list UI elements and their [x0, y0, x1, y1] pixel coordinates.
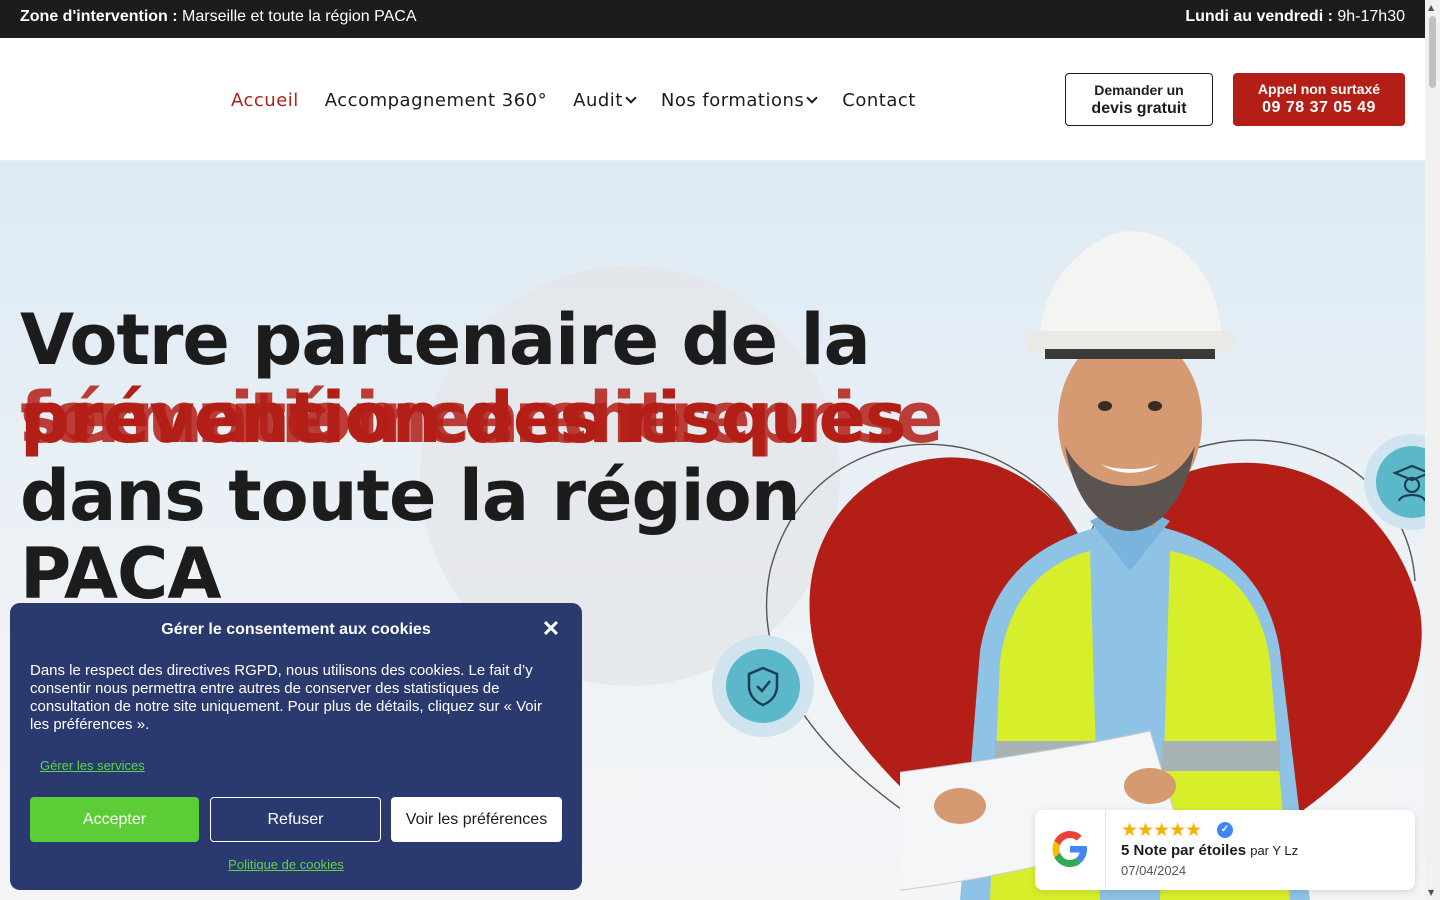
google-review-widget[interactable]: ★★★★★ ✓ 5 Note par étoiles par Y Lz 07/0…: [1035, 810, 1415, 890]
worker-photo: [900, 231, 1310, 900]
nav-item-formations[interactable]: Nos formations: [660, 90, 818, 111]
chevron-down-icon: [806, 92, 818, 104]
view-preferences-button[interactable]: Voir les préférences: [391, 797, 562, 842]
top-info-bar: Zone d'intervention : Marseille et toute…: [0, 0, 1425, 38]
quote-button-line2: devis gratuit: [1091, 100, 1187, 117]
google-logo-icon: [1052, 831, 1087, 867]
nav-item-accompagnement[interactable]: Accompagnement 360°: [325, 90, 547, 111]
nav-item-label: Accompagnement 360°: [324, 90, 548, 111]
page-scrollbar[interactable]: ▲ ▼: [1425, 0, 1440, 900]
main-navigation: Accueil Accompagnement 360° Audit Nos fo…: [231, 90, 942, 111]
hero-heading-line3: dans toute la région: [20, 455, 801, 537]
cookie-consent-panel: Gérer le consentement aux cookies ✕ Dans…: [10, 603, 582, 890]
phone-call-button[interactable]: Appel non surtaxé 09 78 37 05 49: [1233, 73, 1405, 126]
nav-item-contact[interactable]: Contact: [842, 90, 916, 111]
hero-heading: Votre partenaire de la prévention des ri…: [20, 299, 943, 615]
quote-request-button[interactable]: Demander un devis gratuit: [1065, 73, 1213, 126]
nav-item-label: Audit: [573, 90, 623, 111]
chevron-down-icon: [625, 92, 637, 104]
service-area-label: Zone d'intervention :: [20, 8, 178, 25]
opening-hours-value: 9h-17h30: [1337, 8, 1405, 25]
fire-shield-icon: [726, 649, 800, 723]
rating-stars: ★★★★★: [1121, 820, 1202, 841]
scrollbar-thumb[interactable]: [1429, 16, 1436, 88]
accept-cookies-button[interactable]: Accepter: [30, 797, 199, 842]
hero-heading-line1: Votre partenaire de la: [20, 299, 871, 381]
opening-hours: Lundi au vendredi : 9h-17h30: [1185, 8, 1405, 26]
verified-check-icon: ✓: [1217, 822, 1233, 838]
call-button-phone: 09 78 37 05 49: [1262, 99, 1376, 116]
scroll-down-arrow-icon[interactable]: ▼: [1428, 888, 1434, 897]
close-icon[interactable]: ✕: [540, 618, 562, 640]
nav-item-accueil[interactable]: Accueil: [231, 90, 299, 111]
service-area-value: Marseille et toute la région PACA: [182, 8, 417, 25]
review-summary: 5 Note par étoiles par Y Lz: [1121, 842, 1298, 859]
hero-heading-line4: PACA: [20, 533, 222, 615]
rotating-word: formation en entreprise: [20, 377, 943, 459]
graduate-icon: [1376, 446, 1425, 518]
cookie-description: Dans le respect des directives RGPD, nou…: [30, 662, 542, 733]
review-date: 07/04/2024: [1121, 863, 1187, 878]
site-header: Accueil Accompagnement 360° Audit Nos fo…: [0, 38, 1425, 161]
rating-label: 5 Note par étoiles: [1121, 842, 1247, 859]
cookie-title: Gérer le consentement aux cookies: [161, 621, 431, 638]
divider: [1105, 810, 1106, 890]
service-area: Zone d'intervention : Marseille et toute…: [20, 8, 417, 26]
opening-hours-label: Lundi au vendredi :: [1185, 8, 1333, 25]
quote-button-line1: Demander un: [1094, 82, 1184, 98]
scroll-up-arrow-icon[interactable]: ▲: [1428, 3, 1434, 12]
hero-heading-rotating-words: prévention des risques sécurité incendie…: [20, 379, 943, 457]
nav-item-audit[interactable]: Audit: [573, 90, 637, 111]
cookie-policy-link[interactable]: Politique de cookies: [10, 857, 562, 872]
call-button-line1: Appel non surtaxé: [1257, 81, 1381, 97]
review-author: par Y Lz: [1250, 843, 1299, 858]
nav-item-label: Nos formations: [660, 90, 805, 111]
refuse-cookies-button[interactable]: Refuser: [210, 797, 381, 842]
fire-shield-badge: [712, 635, 814, 737]
nav-item-label: Accueil: [231, 90, 299, 111]
nav-item-label: Contact: [842, 90, 916, 111]
manage-services-link[interactable]: Gérer les services: [40, 758, 145, 773]
